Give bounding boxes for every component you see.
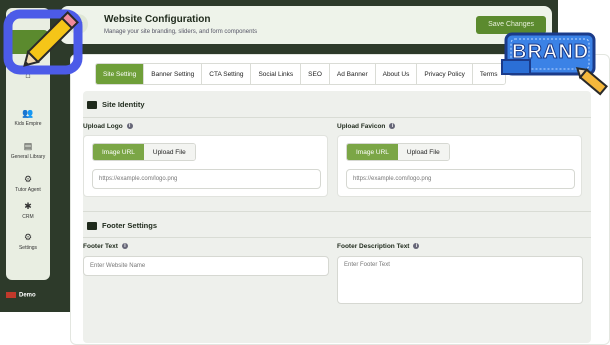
settings-tabs: Site Setting Banner Setting CTA Setting … bbox=[95, 63, 506, 85]
page-title: Website Configuration bbox=[104, 14, 211, 25]
tab-social-links[interactable]: Social Links bbox=[251, 64, 302, 84]
sidebar-item-crm[interactable]: ✱ CRM bbox=[6, 201, 50, 220]
footer-settings-title: Footer Settings bbox=[102, 221, 158, 230]
footer-description-label-text: Footer Description Text bbox=[337, 243, 410, 250]
sidebar-item-tutor-agent[interactable]: ⚙ Tutor Agent bbox=[6, 174, 50, 193]
upload-logo-box: Image URL Upload File https://example.co… bbox=[83, 135, 328, 197]
user-badge[interactable]: Demo bbox=[6, 292, 36, 299]
upload-logo-label: Upload Logo i bbox=[83, 123, 133, 130]
info-icon: i bbox=[389, 123, 396, 130]
upload-favicon-box: Image URL Upload File https://example.co… bbox=[337, 135, 582, 197]
sidebar-item-label: General Library bbox=[10, 154, 46, 160]
favicon-upload-file-option[interactable]: Upload File bbox=[397, 144, 449, 160]
footer-settings-heading: Footer Settings bbox=[87, 221, 158, 231]
footer-description-textarea[interactable]: Enter Footer Text bbox=[337, 256, 583, 304]
brand-tag-decoration: BRAND bbox=[500, 26, 610, 100]
sidebar-item-general-library[interactable]: ▤ General Library bbox=[6, 141, 50, 160]
sidebar-item-kids-empire[interactable]: 👥 Kids Empire bbox=[6, 108, 50, 127]
site-identity-title: Site Identity bbox=[102, 100, 145, 109]
sidebar-item-settings[interactable]: ⚙ Settings bbox=[6, 232, 50, 251]
sidebar-item-label: Tutor Agent bbox=[15, 187, 41, 193]
tab-privacy-policy[interactable]: Privacy Policy bbox=[417, 64, 473, 84]
pencil-edit-icon bbox=[3, 9, 83, 75]
user-name: Demo bbox=[19, 292, 36, 299]
logo-url-input[interactable]: https://example.com/logo.png bbox=[92, 169, 321, 189]
tab-ad-banner[interactable]: Ad Banner bbox=[329, 64, 376, 84]
crm-icon: ✱ bbox=[24, 201, 32, 211]
settings-icon: ⚙ bbox=[23, 232, 33, 242]
site-identity-heading: Site Identity bbox=[87, 100, 145, 110]
monitor-icon bbox=[87, 222, 97, 231]
upload-favicon-label: Upload Favicon i bbox=[337, 123, 396, 130]
divider bbox=[83, 211, 591, 212]
book-icon: ▤ bbox=[23, 141, 33, 151]
footer-description-label: Footer Description Text i bbox=[337, 243, 420, 250]
page-subtitle: Manage your site branding, sliders, and … bbox=[104, 29, 258, 35]
footer-text-label-text: Footer Text bbox=[83, 243, 118, 250]
screenshot-stage: ERIAL ⌂ 👥 Kids Empire ▤ General Library … bbox=[0, 0, 610, 345]
logo-source-toggle: Image URL Upload File bbox=[92, 143, 196, 161]
gear-icon: ⚙ bbox=[23, 174, 33, 184]
sidebar-item-label: Kids Empire bbox=[14, 121, 42, 127]
sidebar-item-label: CRM bbox=[22, 214, 34, 220]
tab-site-setting[interactable]: Site Setting bbox=[96, 64, 145, 84]
tab-about-us[interactable]: About Us bbox=[375, 64, 418, 84]
footer-text-input[interactable]: Enter Website Name bbox=[83, 256, 329, 276]
favicon-image-url-option[interactable]: Image URL bbox=[347, 144, 398, 160]
tab-cta-setting[interactable]: CTA Setting bbox=[202, 64, 252, 84]
divider bbox=[83, 117, 591, 118]
logo-upload-file-option[interactable]: Upload File bbox=[143, 144, 195, 160]
divider bbox=[83, 237, 591, 238]
people-icon: 👥 bbox=[22, 108, 34, 118]
info-icon: i bbox=[413, 243, 420, 250]
upload-favicon-label-text: Upload Favicon bbox=[337, 123, 386, 130]
page-header: ⚙ Website Configuration Manage your site… bbox=[60, 6, 552, 44]
upload-logo-label-text: Upload Logo bbox=[83, 123, 123, 130]
brand-text: BRAND bbox=[511, 41, 590, 64]
tab-banner-setting[interactable]: Banner Setting bbox=[144, 64, 203, 84]
settings-panel: Site Identity Upload Logo i Image URL Upl… bbox=[83, 91, 591, 343]
info-icon: i bbox=[126, 123, 133, 130]
sidebar-item-label: Settings bbox=[18, 245, 38, 251]
info-icon: i bbox=[121, 243, 128, 250]
favicon-source-toggle: Image URL Upload File bbox=[346, 143, 450, 161]
favicon-url-input[interactable]: https://example.com/logo.png bbox=[346, 169, 575, 189]
footer-text-label: Footer Text i bbox=[83, 243, 128, 250]
flag-icon bbox=[6, 292, 16, 298]
logo-image-url-option[interactable]: Image URL bbox=[93, 144, 144, 160]
id-card-icon bbox=[87, 101, 97, 110]
tab-seo[interactable]: SEO bbox=[301, 64, 330, 84]
